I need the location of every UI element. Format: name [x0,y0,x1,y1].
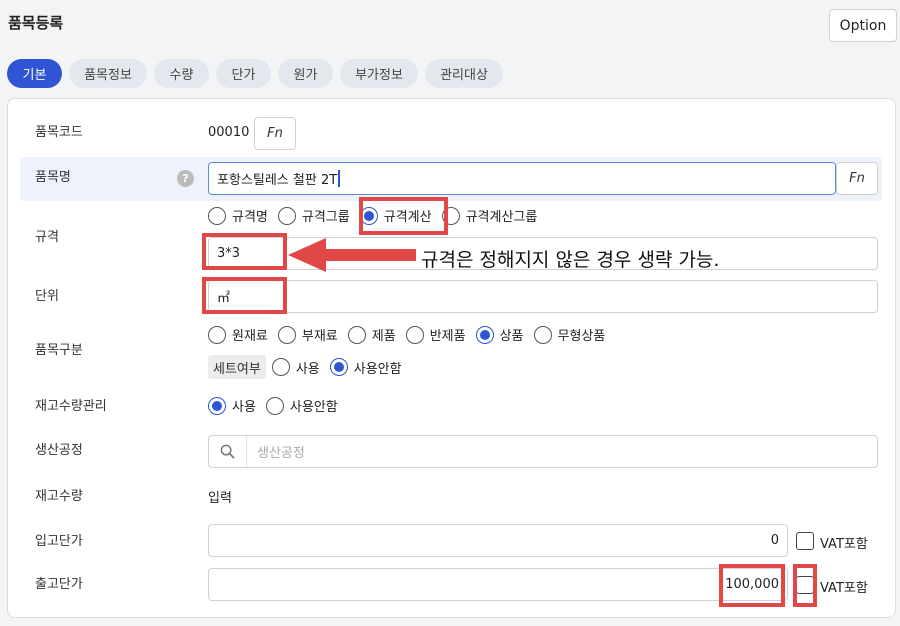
unit-input[interactable]: ㎡ [208,280,878,313]
set-not-use[interactable]: 사용안함 [329,358,402,377]
stock-qty-input-link[interactable]: 입력 [208,487,232,506]
purchase-vat-label: VAT포함 [820,537,868,552]
search-icon-svg [220,444,235,459]
spec-option-group[interactable]: 규격그룹 [277,206,350,225]
sales-price-label: 출고단가 [35,577,83,592]
tab-unit-price[interactable]: 단가 [216,59,271,88]
text-cursor [338,170,341,187]
radio-icon [271,358,290,376]
spec-calc-highlight-box [359,197,448,235]
purchase-price-label: 입고단가 [35,534,83,549]
radio-icon [405,325,424,344]
tab-bar: 기본 품목정보 수량 단가 원가 부가정보 관리대상 [7,59,503,88]
set-radio-group: 세트여부 사용 사용안함 [208,355,412,379]
tab-cost[interactable]: 원가 [278,59,333,88]
radio-icon [208,325,226,344]
production-placeholder: 생산공정 [257,446,305,461]
sales-price-input[interactable]: 100,000 [208,568,788,601]
stock-mgmt-use[interactable]: 사용 [208,396,256,415]
tab-item-info[interactable]: 품목정보 [69,59,147,88]
stock-mgmt-label: 재고수량관리 [35,399,107,414]
item-code-fn-button[interactable]: Fn [254,117,296,150]
radio-checked-icon [475,325,494,344]
unit-highlight-box [202,277,287,314]
tab-additional-info[interactable]: 부가정보 [340,59,418,88]
tab-quantity[interactable]: 수량 [154,59,209,88]
option-button[interactable]: Option [829,9,897,42]
search-icon[interactable] [209,436,247,467]
item-code-value: 00010 [208,125,250,140]
item-name-text: 포항스틸레스 철판 2T [217,173,338,188]
sales-vat-label: VAT포함 [820,581,868,596]
tab-management-target[interactable]: 관리대상 [425,59,503,88]
stock-mgmt-radio-group: 사용 사용안함 [208,396,348,415]
item-code-label: 품목코드 [35,125,83,140]
radio-icon [533,325,552,344]
radio-icon [347,325,366,344]
stock-mgmt-not-use[interactable]: 사용안함 [265,396,338,415]
spec-annotation-text: 규격은 정해지지 않은 경우 생략 가능. [421,249,720,271]
radio-icon [277,325,296,344]
spec-label: 규격 [35,230,59,245]
spec-option-calc-group[interactable]: 규격계산그룹 [441,206,537,225]
radio-checked-icon [208,396,226,415]
sales-price-highlight-box [719,564,785,607]
item-type-semi-product[interactable]: 반제품 [405,325,466,344]
spec-option-name[interactable]: 규격명 [208,206,268,225]
production-search-input[interactable]: 생산공정 [208,435,878,468]
radio-icon [208,206,226,225]
spec-value-highlight-box [202,233,287,270]
item-name-label: 품목명 [35,170,71,185]
purchase-vat-checkbox[interactable] [796,532,814,550]
item-type-radio-group: 원재료 부재료 제품 반제품 상품 무형상품 [208,325,615,344]
help-icon[interactable]: ? [177,170,194,187]
purchase-price-input[interactable]: 0 [208,524,788,557]
radio-checked-icon [329,358,348,376]
arrow-left-icon [288,238,416,272]
item-type-goods[interactable]: 상품 [475,325,524,344]
item-type-intangible[interactable]: 무형상품 [533,325,605,344]
item-type-raw-material[interactable]: 원재료 [208,325,268,344]
item-name-input[interactable]: 포항스틸레스 철판 2T [208,162,836,195]
stock-qty-label: 재고수량 [35,489,83,504]
radio-icon [265,396,284,415]
radio-icon [277,206,296,225]
item-type-label: 품목구분 [35,343,83,358]
set-use[interactable]: 사용 [271,358,320,377]
item-type-product[interactable]: 제품 [347,325,396,344]
page-title: 품목등록 [8,14,64,32]
purchase-price-value: 0 [770,533,779,548]
production-label: 생산공정 [35,443,83,458]
set-tag: 세트여부 [208,355,266,379]
unit-label: 단위 [35,289,59,304]
item-name-fn-button[interactable]: Fn [836,162,878,195]
sales-vat-highlight-box [793,564,817,607]
tab-basic[interactable]: 기본 [7,59,62,88]
item-type-sub-material[interactable]: 부재료 [277,325,338,344]
